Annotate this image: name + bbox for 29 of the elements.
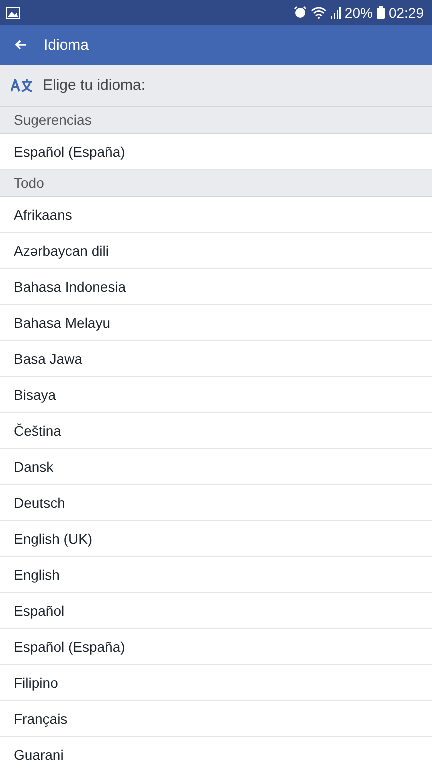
- language-item[interactable]: Guarani: [0, 737, 432, 768]
- section-header: Todo: [0, 170, 432, 197]
- language-item[interactable]: Filipino: [0, 665, 432, 701]
- back-icon[interactable]: [15, 40, 27, 50]
- language-item[interactable]: Afrikaans: [0, 197, 432, 233]
- alarm-icon: [294, 6, 307, 19]
- language-item[interactable]: English: [0, 557, 432, 593]
- language-item[interactable]: Bahasa Melayu: [0, 305, 432, 341]
- translate-icon: [11, 79, 33, 92]
- wifi-icon: [310, 6, 327, 18]
- language-item[interactable]: English (UK): [0, 521, 432, 557]
- language-item[interactable]: Azərbaycan dili: [0, 233, 432, 269]
- language-item[interactable]: Español (España): [0, 629, 432, 665]
- language-item[interactable]: Čeština: [0, 413, 432, 449]
- clock: 02:29: [388, 4, 424, 20]
- battery-percent: 20%: [344, 4, 373, 20]
- screen-title: Idioma: [44, 36, 90, 54]
- image-icon: [6, 6, 20, 18]
- language-item[interactable]: Français: [0, 701, 432, 737]
- language-item[interactable]: Dansk: [0, 449, 432, 485]
- prompt-text: Elige tu idioma:: [43, 77, 146, 94]
- language-item[interactable]: Bahasa Indonesia: [0, 269, 432, 305]
- language-item[interactable]: Deutsch: [0, 485, 432, 521]
- language-item[interactable]: Basa Jawa: [0, 341, 432, 377]
- language-item[interactable]: Bisaya: [0, 377, 432, 413]
- language-item[interactable]: Español: [0, 593, 432, 629]
- signal-icon: [330, 6, 341, 18]
- battery-icon: [376, 6, 385, 19]
- section-header: Sugerencias: [0, 107, 432, 134]
